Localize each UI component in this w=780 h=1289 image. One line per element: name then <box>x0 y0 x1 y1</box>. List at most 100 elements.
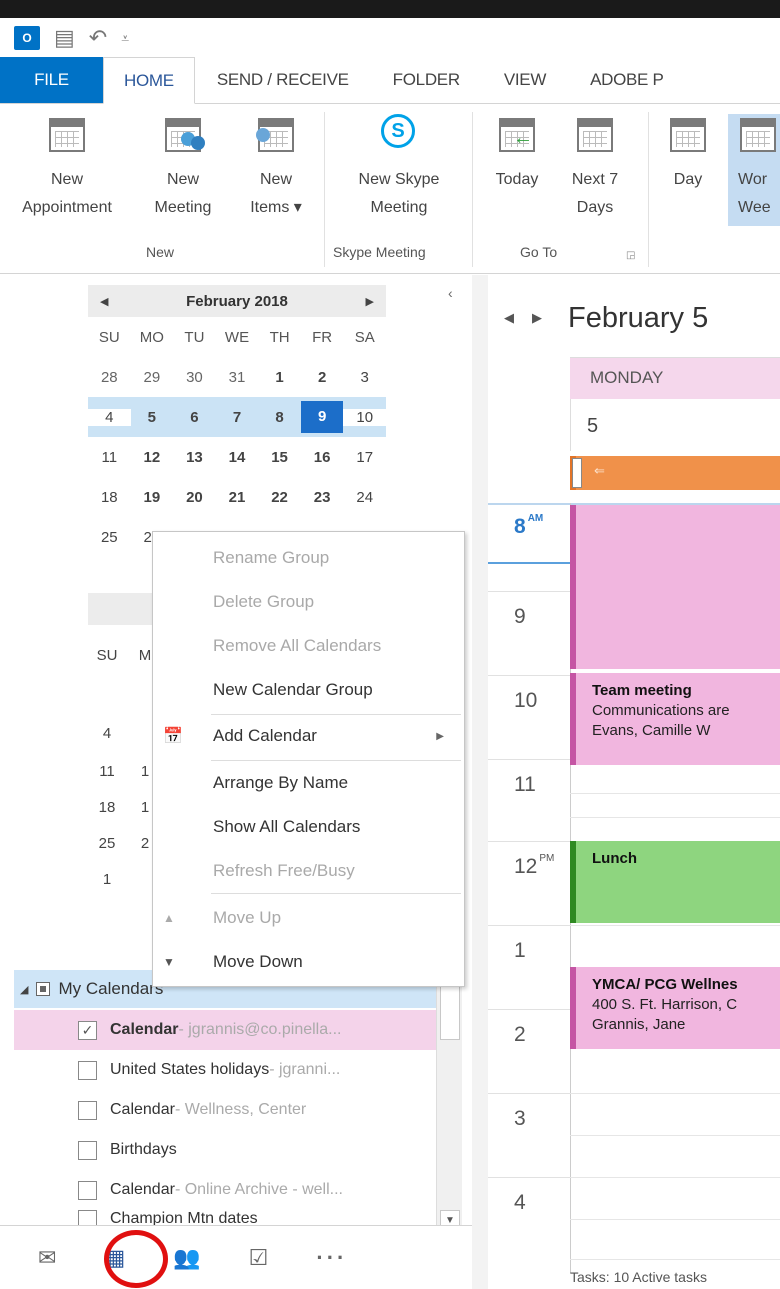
calendar-day[interactable]: 23 <box>301 489 344 506</box>
group-label-skype-meeting: Skype Meeting <box>333 244 426 260</box>
menu-item-add-calendar[interactable]: 📅 Add Calendar ▶ <box>153 714 464 758</box>
calendar-day[interactable]: 17 <box>343 449 386 466</box>
people-icon[interactable]: 👥 <box>173 1245 200 1271</box>
pane-splitter[interactable] <box>472 275 488 1289</box>
calendar-day[interactable]: 11 <box>88 763 126 780</box>
all-day-event[interactable]: ⇐ <box>570 456 780 490</box>
tasks-bar[interactable]: Tasks: 10 Active tasks <box>570 1269 707 1285</box>
menu-item-refresh-free-busy[interactable]: Refresh Free/Busy <box>153 849 464 893</box>
new-appointment-button[interactable]: New Appointment <box>12 114 122 222</box>
menu-item-rename-group[interactable]: Rename Group <box>153 536 464 580</box>
calendar-checkbox[interactable] <box>78 1060 97 1080</box>
previous-day-icon[interactable]: ◀ <box>504 310 514 326</box>
calendar-day[interactable]: 14 <box>216 449 259 466</box>
menu-item-arrange-by-name[interactable]: Arrange By Name <box>153 761 464 805</box>
calendar-item[interactable]: Calendar - Online Archive - well... <box>14 1170 436 1210</box>
calendar-day[interactable]: 12 <box>131 449 174 466</box>
calendar-day[interactable]: 15 <box>258 449 301 466</box>
calendar-item[interactable]: Calendar - Wellness, Center <box>14 1090 436 1130</box>
appointment-team-meeting[interactable]: Team meeting Communications are Evans, C… <box>570 673 780 765</box>
scrollbar-thumb[interactable] <box>440 982 460 1040</box>
day-view-button[interactable]: Day <box>660 114 716 194</box>
appointment-block[interactable] <box>570 505 780 669</box>
today-button[interactable]: ← Today <box>484 114 550 194</box>
mail-icon[interactable]: ✉ <box>38 1245 56 1271</box>
calendar-item[interactable]: Birthdays <box>14 1130 436 1170</box>
appointment-lunch[interactable]: Lunch <box>570 841 780 923</box>
calendar-day[interactable]: 25 <box>88 529 131 546</box>
calendar-day[interactable]: 4 <box>88 408 131 426</box>
calendar-day[interactable]: 3 <box>343 369 386 386</box>
menu-item-remove-all-calendars[interactable]: Remove All Calendars <box>153 624 464 668</box>
more-options-icon[interactable]: ··· <box>316 1245 347 1271</box>
calendar-day[interactable]: 20 <box>173 489 216 506</box>
calendar-checkbox-checked[interactable]: ✓ <box>78 1020 97 1040</box>
calendar-day[interactable]: 18 <box>88 489 131 506</box>
expand-triangle-icon[interactable]: ◢ <box>20 983 28 996</box>
time-label-2: 2 <box>514 1023 526 1046</box>
calendar-checkbox[interactable] <box>78 1210 97 1225</box>
time-label-9: 9 <box>514 605 526 628</box>
all-day-arrow-icon: ⇐ <box>594 463 605 478</box>
menu-item-new-calendar-group[interactable]: New Calendar Group <box>153 668 464 712</box>
calendar-day[interactable]: 25 <box>88 835 126 852</box>
menu-item-show-all-calendars[interactable]: Show All Calendars <box>153 805 464 849</box>
calendar-item[interactable]: Champion Mtn dates <box>14 1210 436 1225</box>
group-checkbox[interactable] <box>36 982 51 996</box>
collapse-pane-icon[interactable]: ‹ <box>448 285 453 301</box>
calendar-day[interactable]: 1 <box>258 369 301 386</box>
calendar-list-scrollbar[interactable]: ▼ <box>436 982 462 1232</box>
menu-item-move-down[interactable]: ▼ Move Down <box>153 940 464 984</box>
calendar-checkbox[interactable] <box>78 1100 97 1120</box>
new-skype-meeting-button[interactable]: S New Skype Meeting <box>336 114 462 222</box>
tab-view[interactable]: VIEW <box>482 57 568 103</box>
prev-month-icon[interactable]: ◀ <box>100 295 108 308</box>
menu-item-delete-group[interactable]: Delete Group <box>153 580 464 624</box>
undo-icon[interactable]: ↶ <box>89 25 107 51</box>
calendar-day[interactable]: 19 <box>131 489 174 506</box>
calendar-day[interactable]: 18 <box>88 799 126 816</box>
new-meeting-button[interactable]: New Meeting <box>148 114 218 222</box>
calendar-day[interactable]: 24 <box>343 489 386 506</box>
calendar-day[interactable]: 4 <box>88 725 126 742</box>
next-month-icon[interactable]: ▶ <box>366 295 374 308</box>
calendar-day[interactable]: 2 <box>301 369 344 386</box>
calendar-day[interactable]: 16 <box>301 449 344 466</box>
send-receive-icon[interactable]: ▤ <box>54 25 75 51</box>
calendar-day[interactable]: 6 <box>173 409 216 426</box>
window-title-bar <box>0 0 780 18</box>
tab-home[interactable]: HOME <box>103 57 195 104</box>
dialog-launcher-icon[interactable]: ◲ <box>626 250 635 261</box>
calendar-day[interactable]: 28 <box>88 369 131 386</box>
appointment-ymca[interactable]: YMCA/ PCG Wellnes 400 S. Ft. Harrison, C… <box>570 967 780 1049</box>
calendar-day[interactable]: 30 <box>173 369 216 386</box>
next-7-days-button[interactable]: Next 7 Days <box>560 114 630 222</box>
calendar-day[interactable]: 13 <box>173 449 216 466</box>
tasks-icon[interactable]: ☑ <box>249 1245 269 1271</box>
tab-adobe[interactable]: ADOBE P <box>568 57 685 103</box>
customize-toolbar-icon[interactable]: ⩡ <box>121 30 129 47</box>
calendar-day[interactable]: 7 <box>216 409 259 426</box>
calendar-day[interactable]: 5 <box>131 409 174 426</box>
calendar-day[interactable]: 1 <box>88 871 126 888</box>
tab-send-receive[interactable]: SEND / RECEIVE <box>195 57 371 103</box>
menu-item-move-up[interactable]: ▲ Move Up <box>153 896 464 940</box>
new-items-button[interactable]: New Items ▾ <box>236 114 316 222</box>
calendar-day[interactable]: 22 <box>258 489 301 506</box>
work-week-view-button[interactable]: Wor Wee <box>728 114 780 226</box>
calendar-day-today[interactable]: 9 <box>300 401 344 433</box>
calendar-checkbox[interactable] <box>78 1180 97 1200</box>
calendar-day[interactable]: 31 <box>216 369 259 386</box>
calendar-day[interactable]: 10 <box>343 408 386 426</box>
next-day-icon[interactable]: ▶ <box>532 310 542 326</box>
calendar-item[interactable]: United States holidays - jgranni... <box>14 1050 436 1090</box>
calendar-day[interactable]: 11 <box>88 449 131 466</box>
tab-folder[interactable]: FOLDER <box>371 57 482 103</box>
calendar-day[interactable]: 21 <box>216 489 259 506</box>
menu-item-label: Add Calendar <box>213 726 317 745</box>
calendar-day[interactable]: 29 <box>131 369 174 386</box>
tab-file[interactable]: FILE <box>0 57 103 103</box>
calendar-item[interactable]: ✓ Calendar - jgrannis@co.pinella... <box>14 1010 436 1050</box>
calendar-day[interactable]: 8 <box>258 409 301 426</box>
calendar-checkbox[interactable] <box>78 1140 97 1160</box>
